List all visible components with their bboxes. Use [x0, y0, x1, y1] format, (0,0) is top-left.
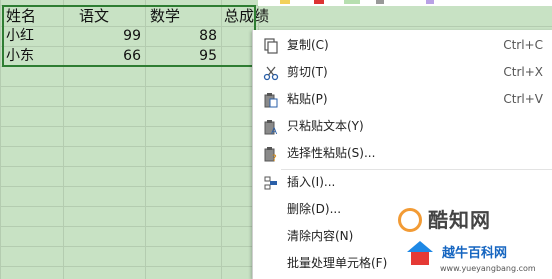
menu-label: 剪切(T): [287, 65, 328, 79]
watermark-house-icon: [407, 241, 433, 265]
menu-label: 只粘贴文本(Y): [287, 119, 364, 133]
header-total[interactable]: 总成绩: [224, 6, 284, 26]
header-math[interactable]: 数学: [150, 6, 221, 26]
menu-item-cut[interactable]: 剪切(T) Ctrl+X: [253, 59, 552, 86]
menu-shortcut: Ctrl+C: [503, 38, 543, 52]
menu-item-insert[interactable]: 插入(I)...: [253, 169, 552, 196]
watermark-site: 酷知网: [428, 208, 491, 232]
cell-chinese-2[interactable]: 66: [63, 46, 145, 66]
menu-item-paste[interactable]: 粘贴(P) Ctrl+V: [253, 86, 552, 113]
menu-item-copy[interactable]: 复制(C) Ctrl+C: [253, 32, 552, 59]
paste-text-icon: A: [264, 120, 278, 135]
insert-icon: [264, 176, 277, 190]
paste-special-icon: ?: [264, 147, 277, 162]
header-name[interactable]: 姓名: [6, 6, 63, 26]
fill-color-swatch[interactable]: [280, 0, 290, 4]
font-color-swatch[interactable]: [314, 0, 324, 4]
eraser-icon[interactable]: [426, 0, 434, 4]
border-icon[interactable]: [376, 0, 384, 4]
cell-name-1[interactable]: 小红: [6, 26, 63, 46]
toolbar-strip: [258, 0, 552, 6]
watermark-site-2: 越牛百科网: [442, 246, 508, 261]
menu-label: 复制(C): [287, 38, 329, 52]
menu-shortcut: Ctrl+X: [503, 65, 543, 79]
watermark-logo-icon: [398, 208, 422, 232]
menu-label: 粘贴(P): [287, 92, 328, 106]
menu-item-paste-text[interactable]: A 只粘贴文本(Y): [253, 113, 552, 140]
menu-label: 清除内容(N): [287, 229, 354, 243]
menu-label: 批量处理单元格(F): [287, 256, 388, 270]
menu-label: 选择性粘贴(S)...: [287, 146, 376, 160]
svg-text:A: A: [271, 127, 278, 135]
paste-icon: [264, 93, 278, 108]
cell-name-2[interactable]: 小东: [6, 46, 63, 66]
cell-math-1[interactable]: 88: [145, 26, 221, 46]
header-chinese[interactable]: 语文: [79, 6, 145, 26]
cell-chinese-1[interactable]: 99: [63, 26, 145, 46]
menu-label: 插入(I)...: [287, 175, 336, 189]
svg-text:?: ?: [272, 154, 277, 162]
menu-item-paste-special[interactable]: ? 选择性粘贴(S)...: [253, 140, 552, 167]
cell-math-2[interactable]: 95: [145, 46, 221, 66]
menu-shortcut: Ctrl+V: [503, 92, 543, 106]
watermark-url: www.yueyangbang.com: [440, 264, 536, 273]
menu-label: 删除(D)...: [287, 202, 342, 216]
cell-style-swatch[interactable]: [344, 0, 360, 4]
scissors-icon: [263, 66, 279, 81]
copy-icon: [264, 38, 278, 54]
